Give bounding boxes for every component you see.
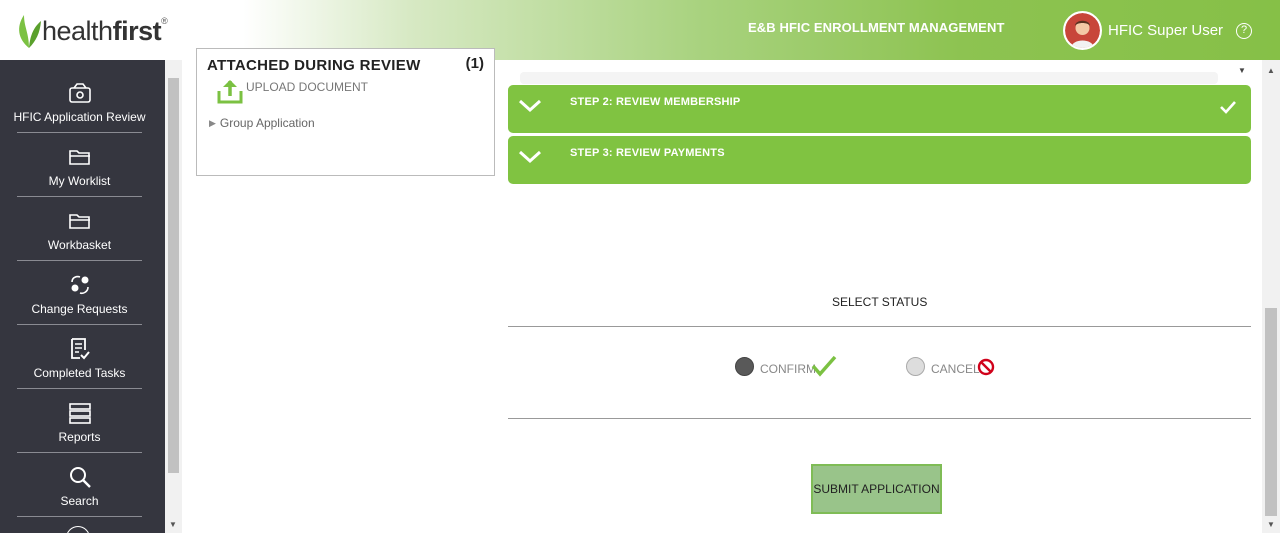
scroll-up-arrow-icon[interactable]: ▲ — [1267, 66, 1275, 75]
sidebar-scrollbar-thumb[interactable] — [168, 78, 179, 473]
upload-icon — [217, 80, 243, 104]
sidebar-item-reports[interactable]: Reports — [17, 389, 142, 453]
logo-wordmark: healthfirst® — [42, 15, 168, 46]
sidebar-item-label: Reports — [58, 430, 101, 444]
collapsed-step-strip — [520, 72, 1218, 84]
sidebar-item-workbasket[interactable]: Workbasket — [17, 197, 142, 261]
confirm-label[interactable]: CONFIRM — [760, 362, 816, 376]
step-label: STEP 2: REVIEW MEMBERSHIP — [570, 96, 741, 108]
sidebar-item-completed-tasks[interactable]: Completed Tasks — [17, 325, 142, 389]
application-review-icon — [67, 80, 93, 106]
search-icon — [67, 464, 93, 490]
cancel-prohibited-icon — [977, 358, 995, 376]
upload-document-button[interactable]: UPLOAD DOCUMENT — [216, 77, 368, 105]
scroll-down-arrow-icon[interactable]: ▼ — [1267, 520, 1275, 529]
app-header: healthfirst® E&B HFIC ENROLLMENT MANAGEM… — [0, 0, 1280, 60]
group-application-label: Group Application — [219, 116, 315, 130]
step-review-payments[interactable]: STEP 3: REVIEW PAYMENTS — [508, 136, 1251, 184]
help-icon[interactable]: ? — [1236, 23, 1252, 39]
sidebar-item-label: Completed Tasks — [33, 366, 126, 380]
confirm-radio[interactable] — [735, 357, 754, 376]
cancel-radio[interactable] — [906, 357, 925, 376]
sidebar-item-label: HFIC Application Review — [13, 110, 146, 124]
folder-icon — [67, 144, 93, 170]
main-scrollbar-thumb[interactable] — [1265, 308, 1277, 516]
app-title: E&B HFIC ENROLLMENT MANAGEMENT — [748, 20, 1005, 35]
user-avatar-icon — [1065, 13, 1100, 48]
confirm-check-icon — [811, 355, 837, 377]
cancel-label[interactable]: CANCEL — [931, 362, 980, 376]
chevron-down-icon — [518, 150, 542, 164]
checkmark-icon — [1220, 101, 1236, 114]
sidebar-item-change-requests[interactable]: Change Requests — [17, 261, 142, 325]
attached-documents-panel: ATTACHED DURING REVIEW (1) UPLOAD DOCUME… — [196, 48, 495, 176]
submit-application-button[interactable]: SUBMIT APPLICATION — [811, 464, 942, 514]
step-review-membership[interactable]: STEP 2: REVIEW MEMBERSHIP — [508, 85, 1251, 133]
upload-document-label: UPLOAD DOCUMENT — [246, 80, 369, 94]
scroll-up-arrow-icon[interactable]: ▼ — [1238, 66, 1246, 75]
chevron-down-icon — [518, 99, 542, 113]
expand-triangle-icon: ▶ — [209, 117, 216, 128]
step-label: STEP 3: REVIEW PAYMENTS — [570, 147, 725, 159]
reports-icon — [67, 400, 93, 426]
group-application-toggle[interactable]: ▶ Group Application — [209, 116, 315, 130]
sidebar-item-search[interactable]: Search — [17, 453, 142, 517]
user-avatar[interactable] — [1063, 11, 1102, 50]
folder-icon — [67, 208, 93, 234]
leaf-logo-icon — [19, 15, 41, 48]
divider — [508, 418, 1251, 419]
sidebar-item-label: Change Requests — [31, 302, 128, 316]
select-status-heading: SELECT STATUS — [832, 295, 928, 309]
partial-nav-icon — [66, 526, 90, 538]
sidebar-item-application-review[interactable]: HFIC Application Review — [13, 69, 146, 133]
sidebar-scrollbar[interactable]: ▼ — [165, 60, 182, 533]
scroll-down-arrow-icon[interactable]: ▼ — [169, 520, 177, 529]
sidebar-item-label: My Worklist — [48, 174, 111, 188]
sidebar-item-my-worklist[interactable]: My Worklist — [17, 133, 142, 197]
attached-documents-heading: ATTACHED DURING REVIEW — [207, 57, 421, 74]
sidebar-nav: HFIC Application Review My Worklist Work… — [0, 60, 165, 538]
completed-tasks-icon — [67, 336, 93, 362]
change-request-icon — [67, 272, 93, 298]
healthfirst-logo[interactable]: healthfirst® — [16, 13, 168, 49]
attached-documents-count: (1) — [465, 55, 484, 72]
user-name[interactable]: HFIC Super User — [1108, 22, 1223, 39]
sidebar-item-label: Search — [60, 494, 99, 508]
main-scrollbar[interactable]: ▲ ▼ — [1262, 60, 1280, 533]
sidebar-item-label: Workbasket — [47, 238, 112, 252]
divider — [508, 326, 1251, 327]
